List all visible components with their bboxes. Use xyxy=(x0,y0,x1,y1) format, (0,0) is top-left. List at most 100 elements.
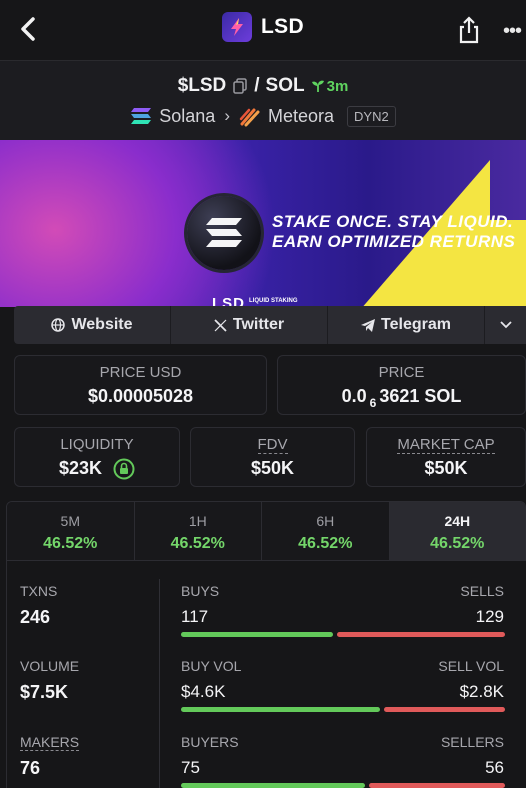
base-symbol: $LSD xyxy=(177,75,227,96)
tab-1h[interactable]: 1H 46.52% xyxy=(134,502,263,560)
top-bar: LSD ••• xyxy=(0,0,526,60)
sell-vol-value: $2.8K xyxy=(459,682,504,701)
sell-vol-label: SELL VOL xyxy=(438,658,504,674)
globe-icon xyxy=(51,318,66,332)
buys-value: 117 xyxy=(181,607,209,626)
buyers-value: 75 xyxy=(181,758,200,777)
price-suffix: 3621 SOL xyxy=(379,386,462,406)
price-zero-count: 6 xyxy=(369,395,377,410)
liquidity-value: $23K xyxy=(58,458,102,478)
makers-value: 76 xyxy=(20,758,41,778)
website-link[interactable]: Website xyxy=(14,306,171,344)
copy-icon[interactable] xyxy=(232,78,248,94)
sprout-icon xyxy=(311,80,324,92)
tab-label: 1H xyxy=(188,513,207,529)
txns-value: 246 xyxy=(20,607,51,627)
sells-value: 129 xyxy=(475,607,504,626)
sells-bar xyxy=(337,632,505,637)
liquidity-box: LIQUIDITY $23K xyxy=(14,427,180,487)
fdv-label: FDV xyxy=(191,436,354,454)
price-native-value: 0.0 6 3621 SOL xyxy=(278,386,525,410)
fdv-value: $50K xyxy=(250,458,295,478)
txns-label: TXNS xyxy=(20,583,58,599)
price-prefix: 0.0 xyxy=(341,386,367,406)
website-label: Website xyxy=(71,316,133,333)
buy-vol-bar xyxy=(181,707,380,712)
price-usd-label: PRICE USD xyxy=(99,364,182,381)
stats-divider xyxy=(159,579,160,788)
lock-icon[interactable] xyxy=(113,458,135,480)
sellers-bar xyxy=(369,783,505,788)
price-native-box: PRICE 0.0 6 3621 SOL xyxy=(277,355,526,415)
timeframe-tabs: 5M 46.52% 1H 46.52% 6H 46.52% 24H 46.52% xyxy=(6,501,526,561)
dex-tag: DYN2 xyxy=(347,105,396,127)
twitter-label: Twitter xyxy=(232,316,285,333)
market-cap-box: MARKET CAP $50K xyxy=(366,427,526,487)
liquidity-row: $23K xyxy=(15,458,179,480)
buy-vol-value: $4.6K xyxy=(181,682,226,701)
tab-5m[interactable]: 5M 46.52% xyxy=(7,502,135,560)
telegram-label: Telegram xyxy=(381,316,451,333)
banner-line-1: STAKE ONCE. STAY LIQUID. xyxy=(272,212,514,231)
sell-vol-bar xyxy=(384,707,505,712)
liquidity-label: LIQUIDITY xyxy=(60,436,134,453)
buys-label: BUYS xyxy=(181,583,220,599)
volume-label: VOLUME xyxy=(20,658,80,674)
twitter-link[interactable]: Twitter xyxy=(171,306,328,344)
share-icon[interactable] xyxy=(456,16,482,44)
solana-icon xyxy=(131,108,152,124)
chain-route: Solana › Meteora DYN2 xyxy=(0,105,526,127)
tab-label: 6H xyxy=(316,513,335,529)
market-cap-value: $50K xyxy=(424,458,468,478)
more-links-button[interactable] xyxy=(485,306,526,344)
tab-6h[interactable]: 6H 46.52% xyxy=(262,502,390,560)
buys-bar xyxy=(181,632,333,637)
chevron-right-icon: › xyxy=(224,106,230,125)
fdv-box: FDV $50K xyxy=(190,427,355,487)
volume-value: $7.5K xyxy=(20,682,69,702)
x-logo-icon xyxy=(214,318,227,332)
tab-label: 5M xyxy=(60,513,80,529)
token-brand: LSD xyxy=(0,12,526,42)
social-links: Website Twitter Telegram xyxy=(14,306,526,344)
telegram-link[interactable]: Telegram xyxy=(328,306,485,344)
tab-change: 46.52% xyxy=(43,535,98,552)
sellers-label: SELLERS xyxy=(440,734,504,750)
sellers-value: 56 xyxy=(485,758,504,777)
lsd-logo-icon xyxy=(222,12,253,42)
price-usd-box: PRICE USD $0.00005028 xyxy=(14,355,267,415)
more-icon[interactable]: ••• xyxy=(503,20,522,43)
chevron-down-icon xyxy=(499,321,512,329)
meteora-icon xyxy=(239,108,260,127)
dex-name[interactable]: Meteora xyxy=(268,106,334,127)
fdv-label-text[interactable]: FDV xyxy=(257,436,288,454)
sells-label: SELLS xyxy=(460,583,504,599)
tab-change: 46.52% xyxy=(170,535,225,552)
tab-change: 46.52% xyxy=(430,535,485,552)
age-value: 3m xyxy=(326,77,349,95)
pair-title: $LSD / SOL 3m xyxy=(0,75,526,97)
buyers-label: BUYERS xyxy=(181,734,239,750)
tab-label: 24H xyxy=(444,513,471,529)
token-banner: STAKE ONCE. STAY LIQUID. EARN OPTIMIZED … xyxy=(0,140,526,307)
banner-line-2: EARN OPTIMIZED RETURNS xyxy=(272,232,516,251)
pair-separator: / xyxy=(254,75,260,96)
price-native-label: PRICE xyxy=(378,364,425,381)
buyers-bar xyxy=(181,783,365,788)
market-cap-label: MARKET CAP xyxy=(367,436,525,454)
price-usd-value: $0.00005028 xyxy=(87,386,194,406)
tab-change: 46.52% xyxy=(298,535,353,552)
chain-name[interactable]: Solana xyxy=(159,106,215,127)
banner-coin-icon xyxy=(187,196,261,270)
makers-label: MAKERS xyxy=(20,734,80,751)
banner-slogan: STAKE ONCE. STAY LIQUID. EARN OPTIMIZED … xyxy=(272,212,515,252)
market-cap-label-text[interactable]: MARKET CAP xyxy=(397,436,495,454)
quote-symbol: SOL xyxy=(265,75,305,96)
banner-footer-sub: LIQUID STAKING xyxy=(249,298,298,304)
tab-24h[interactable]: 24H 46.52% xyxy=(389,502,525,560)
telegram-icon xyxy=(361,318,376,332)
pair-info: $LSD / SOL 3m Solana › Meteora DYN2 xyxy=(0,60,526,140)
makers-label-text[interactable]: MAKERS xyxy=(20,734,80,751)
page-title: LSD xyxy=(261,15,304,38)
trade-stats: TXNS 246 VOLUME $7.5K MAKERS 76 BUYS 117… xyxy=(6,561,526,788)
